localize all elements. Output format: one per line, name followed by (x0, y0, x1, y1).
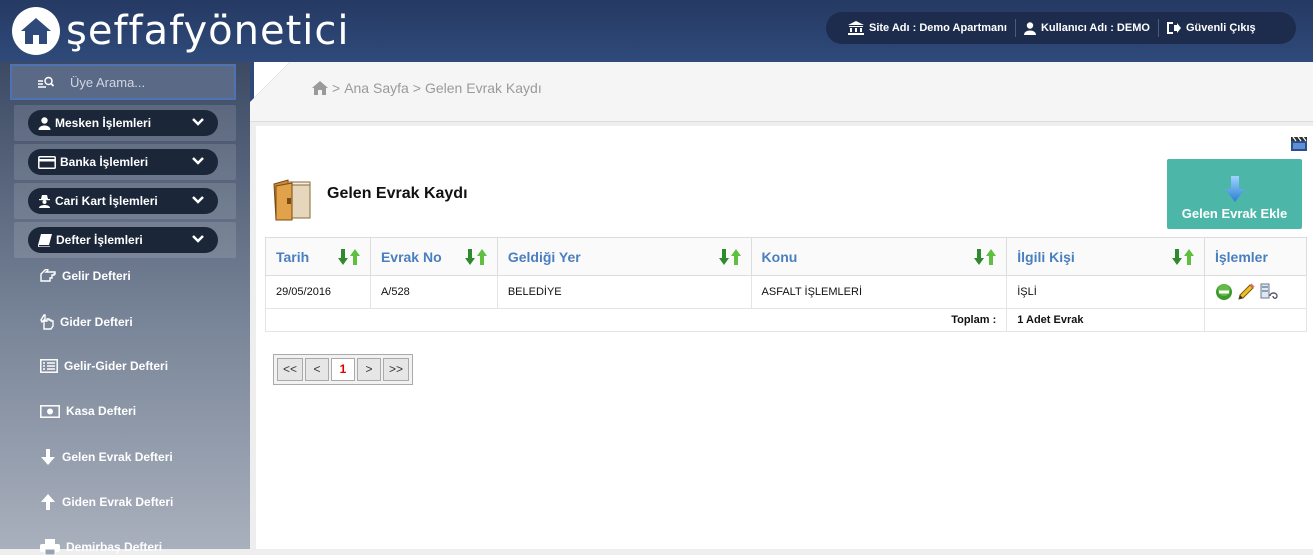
cell-evrak-no: A/528 (369, 275, 498, 309)
sign-out-icon (1166, 22, 1181, 34)
user-name: Kullanıcı Adı : DEMO (1014, 19, 1158, 37)
cell-ilgili-kisi: İŞLİ (1006, 275, 1205, 309)
sort-icon[interactable] (1171, 249, 1194, 265)
user-bar: Site Adı : Demo Apartmanı Kullanıcı Adı … (826, 12, 1296, 44)
page-title: Gelen Evrak Kaydı (327, 185, 468, 202)
sort-icon[interactable] (337, 249, 360, 265)
breadcrumb-current: Gelen Evrak Kaydı (424, 80, 542, 96)
table-header-row: Tarih Evrak No Geldiği Yer Konu İlgili K… (265, 237, 1308, 276)
home-icon[interactable] (312, 81, 328, 95)
chevron-down-icon (192, 196, 204, 204)
breadcrumb-corner-inner (254, 62, 290, 98)
column-header-evrak-no[interactable]: Evrak No (369, 237, 498, 276)
menu-cari-kart-pill[interactable]: Cari Kart İşlemleri (28, 188, 218, 214)
sidebar: Mesken İşlemleri Banka İşlemleri Cari Ka… (0, 62, 250, 555)
hand-left-icon (40, 269, 56, 282)
sidebar-item-gider-defteri[interactable]: Gider Defteri (40, 314, 133, 330)
column-header-islemler: İşlemler (1203, 237, 1308, 276)
logo[interactable]: şeffafyönetici (12, 6, 350, 56)
menu-defter[interactable]: Defter İşlemleri (14, 222, 236, 258)
sidebar-item-gelen-evrak-defteri[interactable]: Gelen Evrak Defteri (40, 449, 173, 465)
edit-pencil-icon[interactable] (1236, 282, 1256, 302)
chevron-down-icon (192, 235, 204, 243)
video-help-icon[interactable] (1291, 137, 1307, 151)
logo-text: şeffafyönetici (66, 8, 350, 54)
total-value: 1 Adet Evrak (1006, 308, 1205, 332)
sidebar-item-giden-evrak-defteri[interactable]: Giden Evrak Defteri (40, 494, 173, 510)
book-icon (38, 233, 52, 247)
cell-actions (1203, 275, 1308, 309)
user-icon (1023, 21, 1036, 35)
documents-table: Tarih Evrak No Geldiği Yer Konu İlgili K… (264, 237, 1308, 332)
arrow-down-icon (41, 449, 55, 465)
credit-card-icon (38, 155, 56, 169)
breadcrumb: > Ana Sayfa > Gelen Evrak Kaydı (312, 80, 546, 96)
bank-icon (848, 21, 864, 35)
sort-icon[interactable] (974, 249, 997, 265)
member-search[interactable] (10, 64, 236, 100)
cell-geldigi-yer: BELEDİYE (496, 275, 752, 309)
search-icon (38, 76, 54, 88)
sidebar-item-kasa-defteri[interactable]: Kasa Defteri (40, 404, 136, 418)
row-actions (1215, 282, 1296, 302)
pager-next-button[interactable]: > (357, 358, 381, 381)
pager-page-1[interactable]: 1 (331, 358, 355, 381)
total-empty (1203, 308, 1308, 332)
delete-icon[interactable] (1215, 283, 1233, 301)
total-label: Toplam : (264, 308, 1008, 332)
arrow-down-icon (1224, 176, 1245, 202)
menu-banka[interactable]: Banka İşlemleri (14, 144, 236, 180)
user-secret-icon (39, 194, 50, 208)
table-total-row: Toplam : 1 Adet Evrak (264, 308, 1308, 332)
menu-banka-pill[interactable]: Banka İşlemleri (28, 149, 218, 175)
sidebar-item-gelir-defteri[interactable]: Gelir Defteri (40, 269, 131, 283)
sidebar-item-gelir-gider-defteri[interactable]: Gelir-Gider Defteri (40, 359, 168, 373)
menu-mesken-pill[interactable]: Mesken İşlemleri (28, 110, 218, 136)
logout-link[interactable]: Güvenli Çıkış (1157, 19, 1264, 37)
site-name: Site Adı : Demo Apartmanı (840, 19, 1015, 37)
print-icon (40, 539, 60, 555)
folder-documents-icon (273, 179, 311, 221)
sort-icon[interactable] (718, 249, 741, 265)
pager-prev-button[interactable]: < (305, 358, 329, 381)
member-search-input[interactable] (68, 73, 222, 91)
table-row: 29/05/2016 A/528 BELEDİYE ASFALT İŞLEMLE… (265, 275, 1308, 309)
pagination: << < 1 > >> (273, 354, 413, 385)
menu-mesken[interactable]: Mesken İşlemleri (14, 105, 236, 141)
column-header-tarih[interactable]: Tarih (265, 237, 371, 276)
hand-up-icon (40, 314, 54, 330)
home-logo-icon (12, 7, 60, 55)
chevron-down-icon (192, 157, 204, 165)
menu-cari-kart[interactable]: Cari Kart İşlemleri (14, 183, 236, 219)
list-icon (40, 359, 58, 373)
sidebar-item-demirbas-defteri[interactable]: Demirbaş Defteri (40, 539, 162, 555)
column-header-ilgili-kisi[interactable]: İlgili Kişi (1006, 237, 1205, 276)
attachment-icon[interactable] (1259, 283, 1279, 301)
chevron-down-icon (192, 118, 204, 126)
user-icon (38, 116, 51, 130)
column-header-geldigi-yer[interactable]: Geldiği Yer (496, 237, 752, 276)
money-icon (40, 404, 60, 418)
top-bar: şeffafyönetici Site Adı : Demo Apartmanı… (0, 0, 1313, 62)
pager-last-button[interactable]: >> (383, 358, 409, 381)
pager-first-button[interactable]: << (277, 358, 303, 381)
breadcrumb-home[interactable]: Ana Sayfa (344, 80, 409, 96)
cell-tarih: 29/05/2016 (265, 275, 371, 309)
add-incoming-document-button[interactable]: Gelen Evrak Ekle (1167, 159, 1302, 229)
sort-icon[interactable] (464, 249, 487, 265)
cell-konu: ASFALT İŞLEMLERİ (750, 275, 1008, 309)
menu-defter-pill[interactable]: Defter İşlemleri (28, 227, 218, 253)
column-header-konu[interactable]: Konu (750, 237, 1008, 276)
arrow-up-icon (41, 494, 55, 510)
